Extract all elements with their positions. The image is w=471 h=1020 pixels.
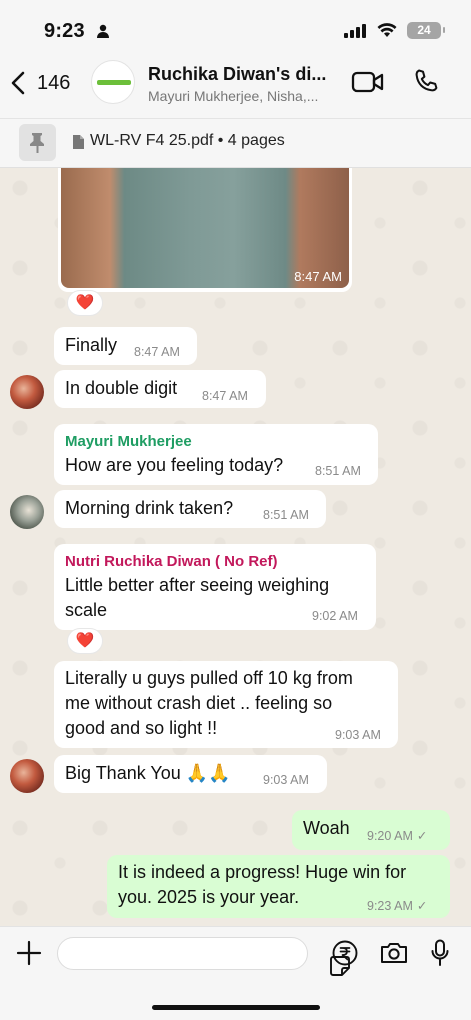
message-bubble[interactable]: Finally 8:47 AM — [54, 327, 197, 365]
heart-reaction[interactable]: ❤️ — [67, 290, 103, 316]
message-input-bar — [0, 926, 471, 1020]
pin-icon — [30, 133, 44, 153]
avatar[interactable] — [10, 495, 44, 529]
message-time: 9:20 AM — [367, 829, 413, 843]
message-text: Big Thank You 🙏🙏 — [65, 763, 231, 783]
sender-name: Mayuri Mukherjee — [65, 433, 192, 450]
message-meta: 9:23 AM ✓ — [367, 898, 427, 913]
avatar[interactable] — [10, 375, 44, 409]
message-text: me without crash diet .. feeling so — [65, 693, 333, 713]
message-time: 8:47 AM — [202, 389, 248, 403]
message-text: How are you feeling today? — [65, 455, 284, 475]
message-time: 9:03 AM — [335, 728, 381, 742]
outgoing-message-bubble[interactable]: Woah 9:20 AM ✓ — [292, 810, 450, 850]
chat-header: 146 Ruchika Diwan's di... Mayuri Mukherj… — [0, 56, 471, 118]
message-input[interactable] — [57, 937, 350, 976]
message-bubble[interactable]: Literally u guys pulled off 10 kg from m… — [54, 661, 398, 748]
message-text: Little better after seeing weighing — [65, 575, 330, 595]
pinned-file-label: WL-RV F4 25.pdf • 4 pages — [90, 132, 285, 149]
message-text: In double digit — [65, 378, 178, 398]
plus-icon[interactable] — [16, 940, 42, 966]
battery-icon: 24 — [407, 22, 445, 39]
wifi-icon — [377, 23, 397, 37]
status-time: 9:23 — [44, 20, 85, 42]
message-text: Finally — [65, 335, 118, 355]
chat-title[interactable]: Ruchika Diwan's di... — [148, 64, 343, 85]
message-time: 8:51 AM — [315, 464, 361, 478]
message-text: It is indeed a progress! Huge win for — [118, 862, 407, 882]
sent-check-icon: ✓ — [416, 829, 428, 843]
message-bubble[interactable]: In double digit 8:47 AM — [54, 370, 266, 408]
message-bubble[interactable]: Morning drink taken? 8:51 AM — [54, 490, 326, 528]
document-icon — [73, 135, 84, 149]
phone-call-icon[interactable] — [413, 68, 439, 94]
outgoing-message-bubble[interactable]: It is indeed a progress! Huge win for yo… — [107, 855, 450, 918]
message-text: you. 2025 is your year. — [118, 887, 300, 907]
image-message[interactable]: 8:47 AM — [58, 168, 352, 292]
person-icon — [97, 24, 109, 38]
mic-icon[interactable] — [430, 939, 450, 967]
message-text: scale — [65, 600, 108, 620]
signal-icon — [344, 24, 366, 38]
message-bubble[interactable]: Nutri Ruchika Diwan ( No Ref) Little bet… — [54, 544, 376, 630]
heart-reaction[interactable]: ❤️ — [67, 628, 103, 654]
message-time: 9:03 AM — [263, 773, 309, 787]
message-text: Morning drink taken? — [65, 498, 234, 518]
message-text: Literally u guys pulled off 10 kg from — [65, 668, 353, 688]
back-count[interactable]: 146 — [37, 72, 70, 95]
home-indicator — [152, 1005, 320, 1010]
sent-check-icon: ✓ — [416, 899, 428, 913]
pin-button[interactable] — [19, 124, 56, 161]
message-meta: 9:20 AM ✓ — [367, 828, 427, 843]
message-time: 8:51 AM — [263, 508, 309, 522]
video-call-icon[interactable] — [351, 70, 385, 94]
avatar[interactable] — [10, 759, 44, 793]
message-text: Woah — [303, 818, 350, 838]
rupee-icon[interactable] — [332, 940, 358, 966]
sender-name: Nutri Ruchika Diwan ( No Ref) — [65, 553, 278, 570]
message-text: good and so light !! — [65, 718, 218, 738]
back-chevron-icon[interactable] — [8, 70, 32, 96]
message-time: 9:23 AM — [367, 899, 413, 913]
message-time: 9:02 AM — [312, 609, 358, 623]
chat-subtitle[interactable]: Mayuri Mukherjee, Nisha,... — [148, 88, 343, 104]
message-bubble[interactable]: Big Thank You 🙏🙏 9:03 AM — [54, 755, 327, 793]
status-bar: 9:23 24 — [0, 0, 471, 56]
camera-icon[interactable] — [379, 941, 409, 965]
group-avatar[interactable] — [91, 60, 135, 104]
message-time: 8:47 AM — [294, 269, 342, 284]
pinned-message-bar[interactable]: WL-RV F4 25.pdf • 4 pages — [0, 118, 471, 168]
chat-messages[interactable]: 8:47 AM ❤️ Finally 8:47 AM In double dig… — [0, 168, 471, 926]
message-time: 8:47 AM — [134, 345, 180, 359]
message-bubble[interactable]: Mayuri Mukherjee How are you feeling tod… — [54, 424, 378, 485]
